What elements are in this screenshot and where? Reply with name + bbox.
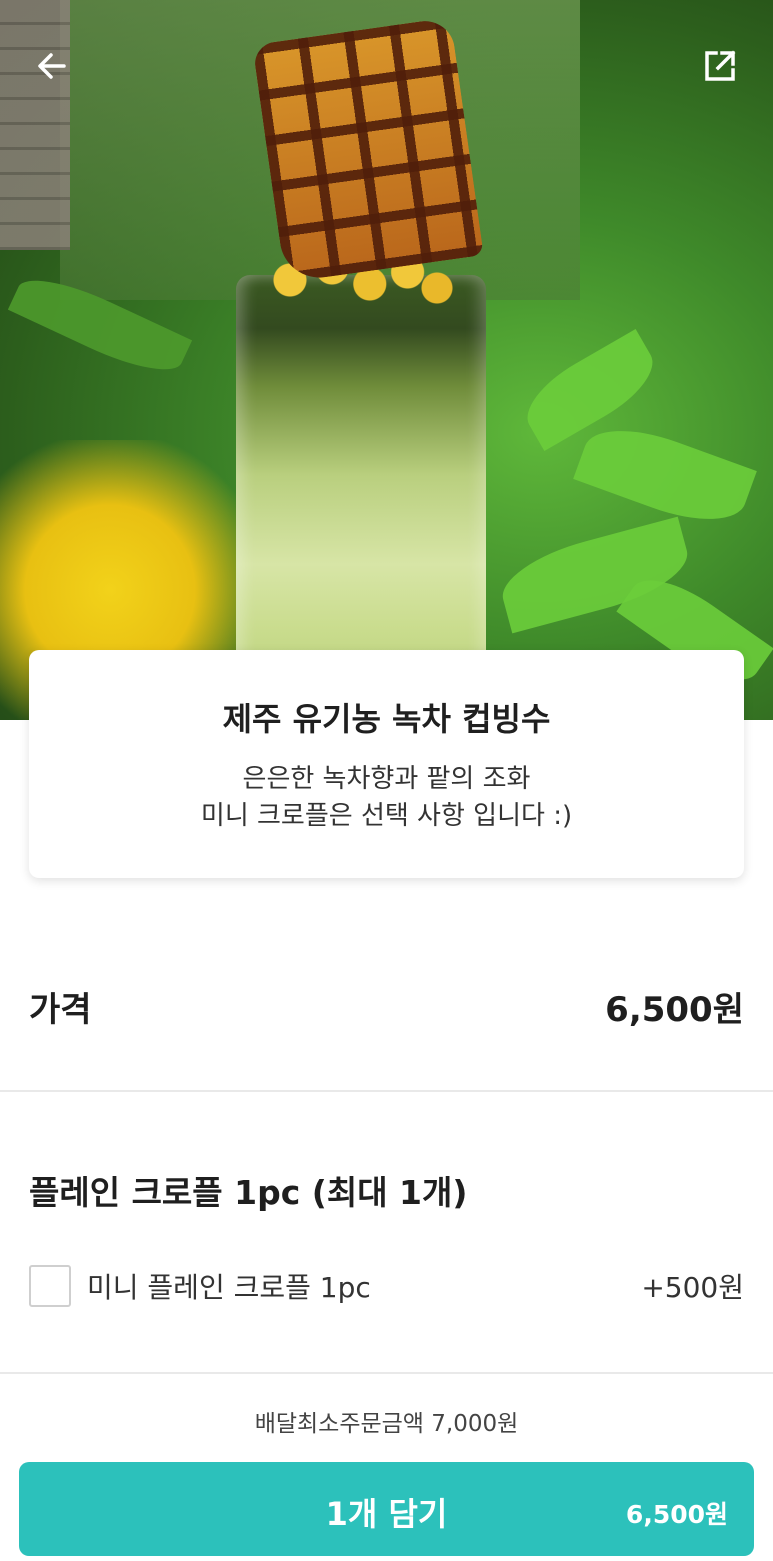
product-image [0,0,773,720]
arrow-left-icon [38,53,66,79]
option-checkbox[interactable] [29,1265,71,1307]
back-button[interactable] [22,36,82,96]
price-value: 6,500원 [605,990,744,1030]
product-description-line2: 미니 크로플은 선택 사항 입니다 :) [200,801,573,831]
min-order-amount: 배달최소주문금액 7,000원 [254,1411,519,1437]
divider [0,1372,773,1374]
add-to-cart-button[interactable]: 1개 담기 6,500원 [19,1462,754,1556]
option-group-title: 플레인 크로플 1pc (최대 1개) [29,1173,468,1212]
option-price: +500원 [641,1271,744,1304]
option-label: 미니 플레인 크로플 1pc [87,1271,371,1304]
share-external-icon [705,50,736,81]
add-to-cart-price: 6,500원 [625,1500,728,1529]
share-button[interactable] [690,36,750,96]
product-description-line1: 은은한 녹차향과 팥의 조화 [242,764,531,794]
product-title: 제주 유기농 녹차 컵빙수 [222,700,551,738]
divider [0,1090,773,1092]
waffle-topping [252,17,484,283]
fern-leaf [573,413,757,537]
price-label: 가격 [29,990,92,1030]
option-item[interactable]: 미니 플레인 크로플 1pc +500원 [29,1262,744,1310]
